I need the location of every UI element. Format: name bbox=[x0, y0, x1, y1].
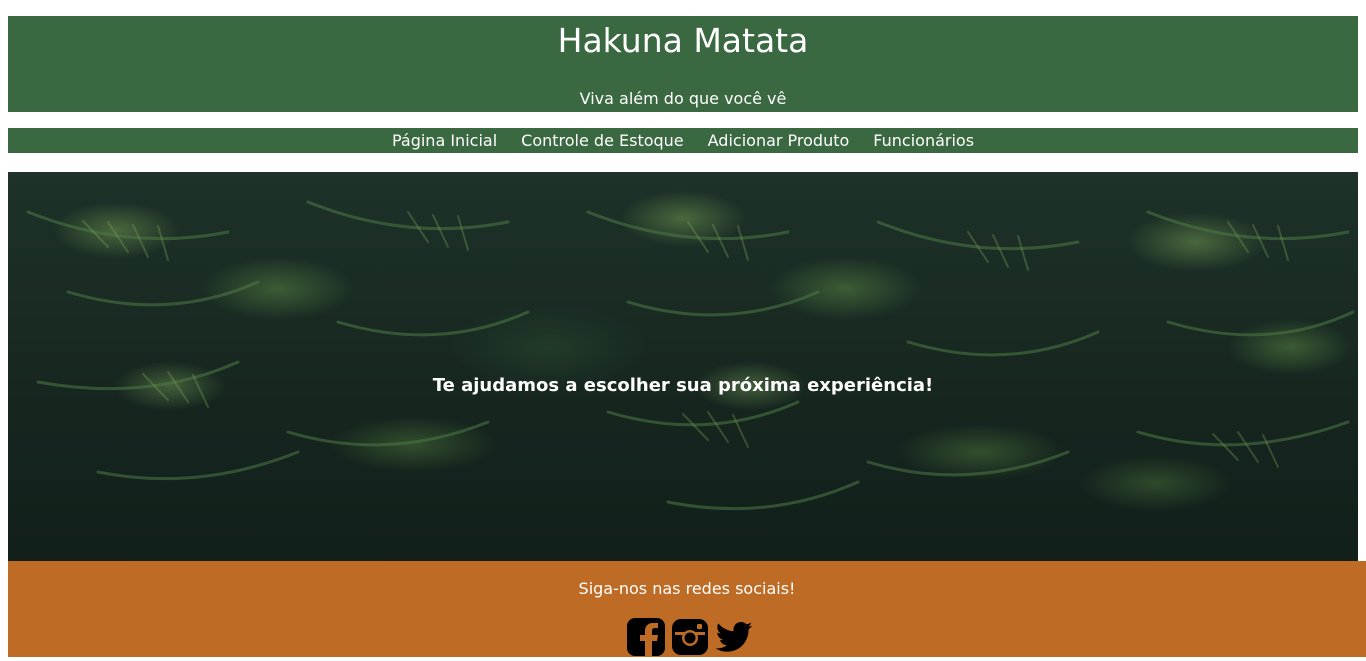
hero-banner: Te ajudamos a escolher sua próxima exper… bbox=[8, 172, 1358, 561]
nav-item-stock-control[interactable]: Controle de Estoque bbox=[521, 130, 684, 152]
nav-item-add-product[interactable]: Adicionar Produto bbox=[708, 130, 850, 152]
main-nav: Página Inicial Controle de Estoque Adici… bbox=[8, 128, 1358, 153]
palm-leaves-background bbox=[26, 200, 1355, 511]
site-title: Hakuna Matata bbox=[557, 21, 809, 60]
site-footer: Siga-nos nas redes sociais! bbox=[8, 561, 1366, 657]
site-subtitle: Viva além do que você vê bbox=[579, 89, 787, 108]
social-links bbox=[626, 617, 754, 657]
nav-item-employees[interactable]: Funcionários bbox=[873, 130, 974, 152]
instagram-icon[interactable] bbox=[670, 617, 710, 657]
hero-tagline: Te ajudamos a escolher sua próxima exper… bbox=[432, 375, 934, 396]
twitter-icon[interactable] bbox=[714, 617, 754, 657]
nav-item-home[interactable]: Página Inicial bbox=[392, 130, 497, 152]
footer-text: Siga-nos nas redes sociais! bbox=[578, 579, 796, 598]
facebook-icon[interactable] bbox=[626, 617, 666, 657]
site-header: Hakuna Matata Viva além do que você vê bbox=[8, 16, 1358, 112]
